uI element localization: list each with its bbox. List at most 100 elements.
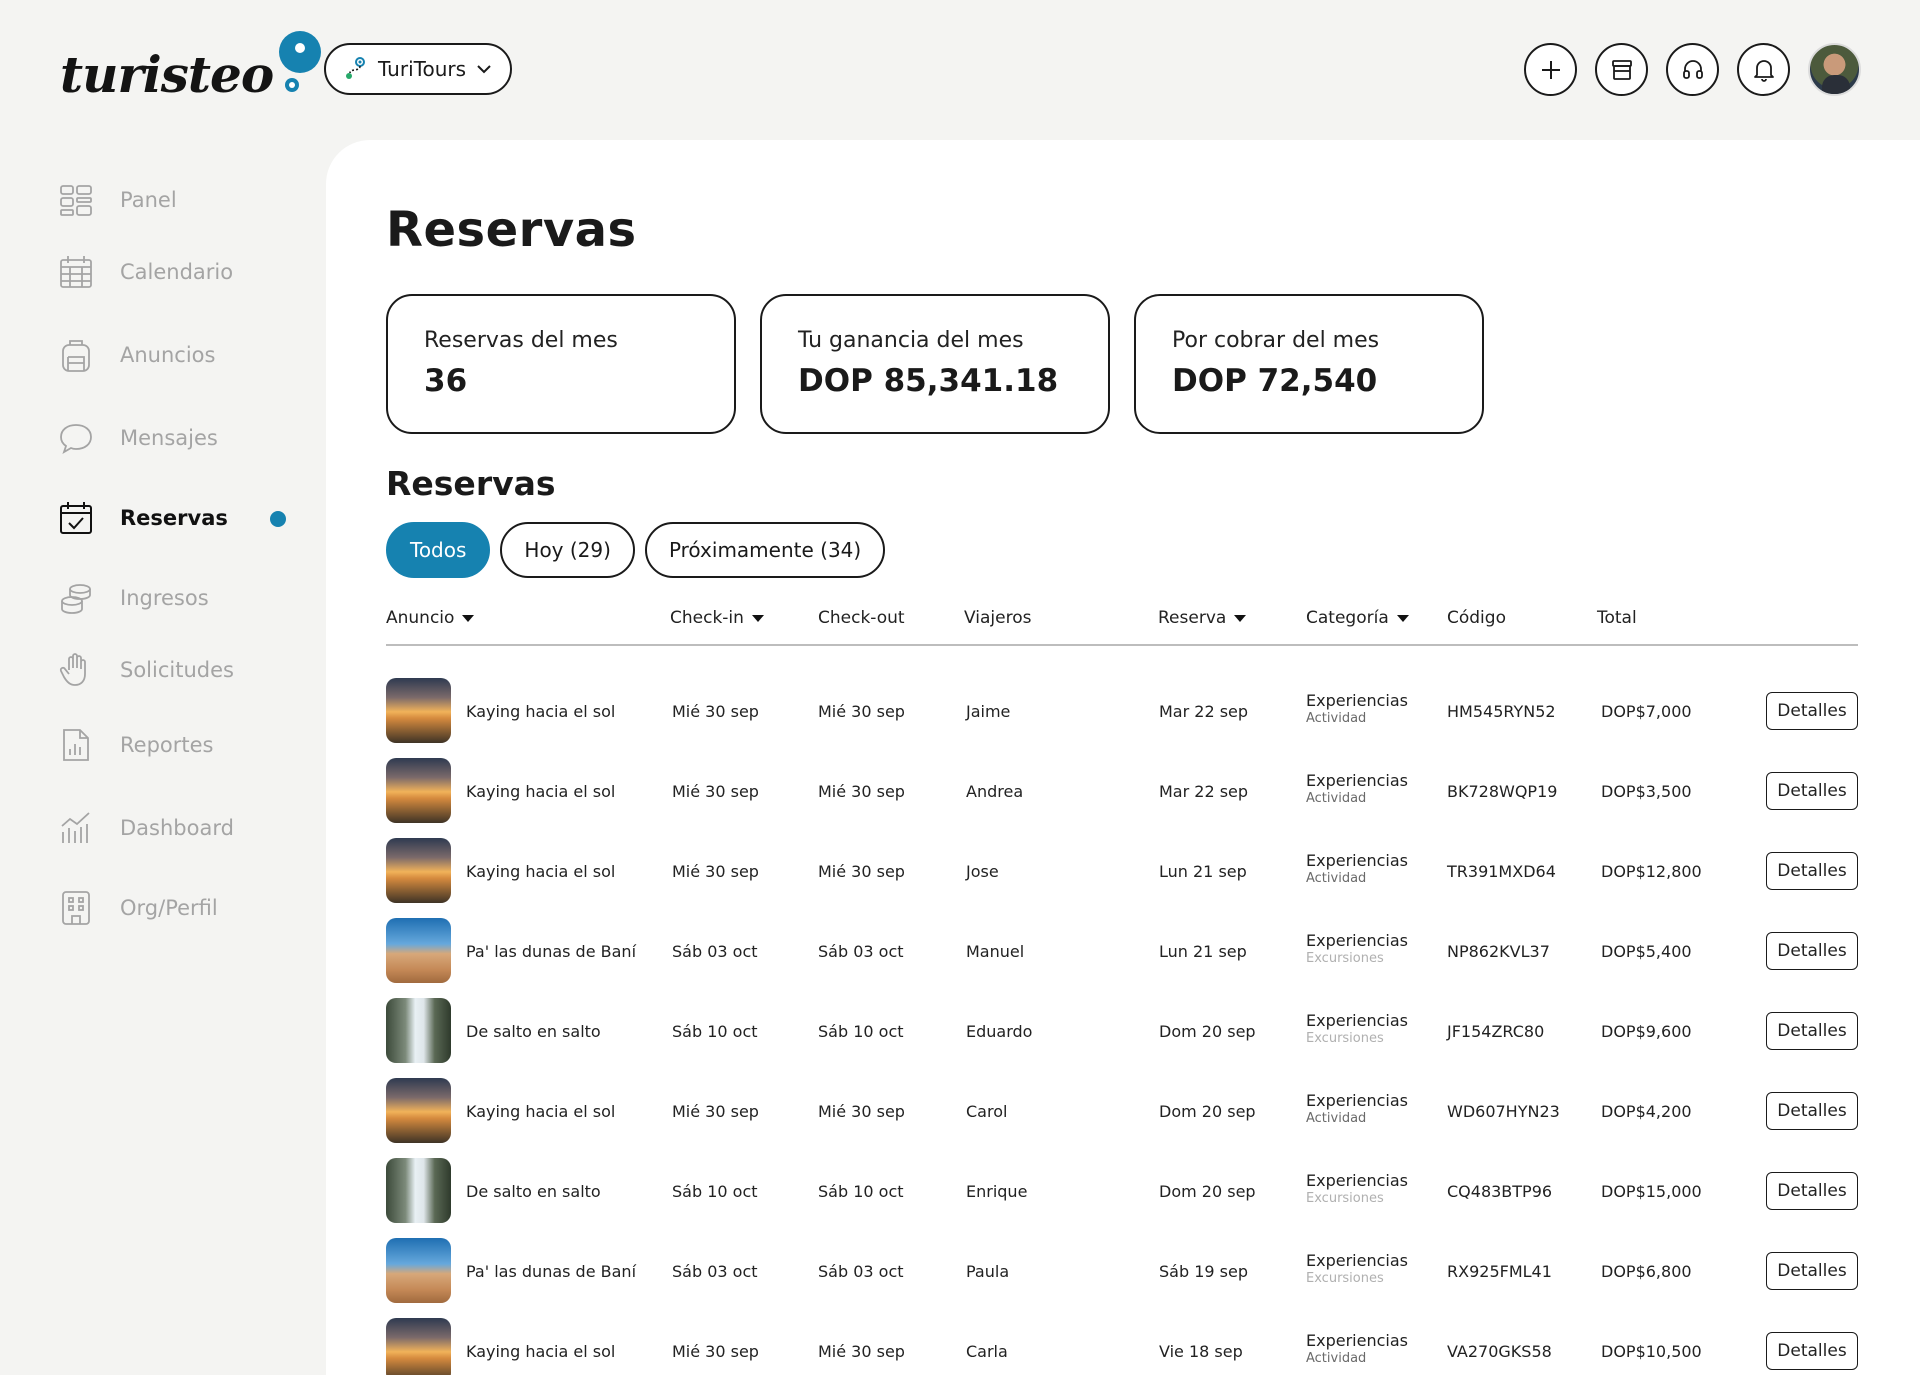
company-selector[interactable]: TuriTours: [324, 43, 512, 95]
sidebar-item-label: Solicitudes: [120, 658, 234, 682]
column-header-checkout: Check-out: [818, 608, 905, 628]
cell-anuncio: Kaying hacia el sol: [466, 1342, 616, 1361]
user-avatar[interactable]: [1808, 43, 1861, 96]
cell-reserva: Mar 22 sep: [1159, 782, 1249, 801]
column-header-anuncio[interactable]: Anuncio: [386, 608, 475, 628]
cell-total: DOP$7,000: [1601, 702, 1692, 721]
details-button[interactable]: Detalles: [1766, 692, 1858, 730]
store-button[interactable]: [1595, 43, 1648, 96]
cell-checkout: Mié 30 sep: [818, 782, 905, 801]
table-row[interactable]: De salto en salto Sáb 10 oct Sáb 10 oct Enr…: [386, 1150, 1858, 1230]
subcategory-label: Actividad: [1306, 1111, 1367, 1127]
sort-caret-icon: [1234, 614, 1247, 622]
cell-anuncio: Kaying hacia el sol: [466, 702, 616, 721]
listing-thumbnail: [386, 1158, 451, 1223]
cell-categoria: Experiencias Excursiones: [1306, 931, 1408, 967]
stat-value: DOP 72,540: [1172, 363, 1378, 399]
building-icon: [62, 891, 90, 925]
subcategory-label: Excursiones: [1306, 1271, 1384, 1287]
add-button[interactable]: [1524, 43, 1577, 96]
sidebar-item-reservas[interactable]: Reservas: [58, 478, 298, 558]
stat-label: Por cobrar del mes: [1172, 328, 1380, 353]
coins-icon: [61, 584, 91, 614]
cell-anuncio: Pa' las dunas de Baní: [466, 1262, 637, 1281]
cell-viajero: Manuel: [966, 942, 1025, 961]
cell-checkout: Sáb 03 oct: [818, 1262, 904, 1281]
cell-total: DOP$3,500: [1601, 782, 1692, 801]
cell-categoria: Experiencias Excursiones: [1306, 1251, 1408, 1287]
category-label: Experiencias: [1306, 1171, 1408, 1190]
stat-label: Reservas del mes: [424, 328, 618, 353]
cell-anuncio: Kaying hacia el sol: [466, 782, 616, 801]
column-header-checkin[interactable]: Check-in: [670, 608, 764, 628]
table-row[interactable]: Pa' las dunas de Baní Sáb 03 oct Sáb 03 oc…: [386, 910, 1858, 990]
sidebar-item-reportes[interactable]: Reportes: [58, 702, 298, 788]
column-header-label: Total: [1597, 608, 1637, 628]
cell-total: DOP$15,000: [1601, 1182, 1702, 1201]
sort-caret-icon: [751, 614, 764, 622]
sidebar-item-mensajes[interactable]: Mensajes: [58, 398, 298, 478]
details-button[interactable]: Detalles: [1766, 1252, 1858, 1290]
support-button[interactable]: [1666, 43, 1719, 96]
column-header-viajeros: Viajeros: [964, 608, 1031, 628]
sidebar-item-org-perfil[interactable]: Org/Perfil: [58, 868, 298, 948]
listing-thumbnail: [386, 998, 451, 1063]
table-row[interactable]: Kaying hacia el sol Mié 30 sep Mié 30 sep A…: [386, 750, 1858, 830]
logo-text: turisteo: [60, 45, 274, 104]
details-button[interactable]: Detalles: [1766, 1332, 1858, 1370]
cell-checkin: Mié 30 sep: [672, 1342, 759, 1361]
sidebar-item-anuncios[interactable]: Anuncios: [58, 312, 298, 398]
details-button[interactable]: Detalles: [1766, 1172, 1858, 1210]
table-row[interactable]: Pa' las dunas de Baní Sáb 03 oct Sáb 03 oc…: [386, 1230, 1858, 1310]
cell-codigo: CQ483BTP96: [1447, 1182, 1553, 1201]
table-row[interactable]: De salto en salto Sáb 10 oct Sáb 10 oct Edu…: [386, 990, 1858, 1070]
plus-icon: [1541, 60, 1560, 79]
cell-codigo: RX925FML41: [1447, 1262, 1552, 1281]
chart-icon: [61, 812, 90, 843]
sidebar-item-calendario[interactable]: Calendario: [58, 232, 298, 312]
sidebar-item-panel[interactable]: Panel: [58, 168, 298, 232]
filter-proximamente[interactable]: Próximamente (34): [644, 522, 886, 578]
table-row[interactable]: Kaying hacia el sol Mié 30 sep Mié 30 sep C…: [386, 1070, 1858, 1150]
sidebar-item-ingresos[interactable]: Ingresos: [58, 558, 298, 638]
cell-reserva: Vie 18 sep: [1159, 1342, 1243, 1361]
sidebar-item-label: Panel: [120, 188, 177, 212]
details-button[interactable]: Detalles: [1766, 932, 1858, 970]
details-button[interactable]: Detalles: [1766, 1012, 1858, 1050]
listing-thumbnail: [386, 838, 451, 903]
sidebar-item-solicitudes[interactable]: Solicitudes: [58, 638, 298, 702]
column-header-label: Anuncio: [386, 608, 455, 628]
cell-codigo: HM545RYN52: [1447, 702, 1556, 721]
details-button[interactable]: Detalles: [1766, 852, 1858, 890]
sidebar-item-dashboard[interactable]: Dashboard: [58, 788, 298, 868]
details-button[interactable]: Detalles: [1766, 1092, 1858, 1130]
sidebar-item-label: Reportes: [120, 733, 214, 757]
cell-checkout: Sáb 10 oct: [818, 1182, 904, 1201]
cell-viajero: Andrea: [966, 782, 1024, 801]
sidebar: Panel Calendario Anuncios Mensajes Reser…: [58, 168, 298, 948]
cell-viajero: Paula: [966, 1262, 1010, 1281]
active-indicator-dot: [270, 511, 286, 527]
filter-hoy[interactable]: Hoy (29): [500, 522, 635, 578]
hand-icon: [59, 653, 86, 686]
sidebar-item-label: Mensajes: [120, 426, 218, 450]
backpack-icon: [62, 340, 90, 372]
cell-checkin: Mié 30 sep: [672, 782, 759, 801]
details-button[interactable]: Detalles: [1766, 772, 1858, 810]
sidebar-item-label: Ingresos: [120, 586, 209, 610]
reservations-table-body: Kaying hacia el sol Mié 30 sep Mié 30 sep J…: [386, 670, 1858, 1375]
turisteo-logo[interactable]: turisteo: [60, 30, 323, 100]
route-icon: [346, 57, 365, 79]
listing-thumbnail: [386, 1238, 451, 1303]
notifications-button[interactable]: [1737, 43, 1790, 96]
table-row[interactable]: Kaying hacia el sol Mié 30 sep Mié 30 sep C…: [386, 1310, 1858, 1375]
column-header-categoria[interactable]: Categoría: [1306, 608, 1409, 628]
table-row[interactable]: Kaying hacia el sol Mié 30 sep Mié 30 sep J…: [386, 670, 1858, 750]
column-header-reserva[interactable]: Reserva: [1158, 608, 1247, 628]
subcategory-label: Excursiones: [1306, 1191, 1384, 1207]
cell-checkout: Sáb 03 oct: [818, 942, 904, 961]
filter-todos[interactable]: Todos: [386, 522, 491, 578]
filter-tabs: Todos Hoy (29) Próximamente (34): [386, 522, 886, 578]
table-row[interactable]: Kaying hacia el sol Mié 30 sep Mié 30 sep J…: [386, 830, 1858, 910]
category-label: Experiencias: [1306, 931, 1408, 950]
